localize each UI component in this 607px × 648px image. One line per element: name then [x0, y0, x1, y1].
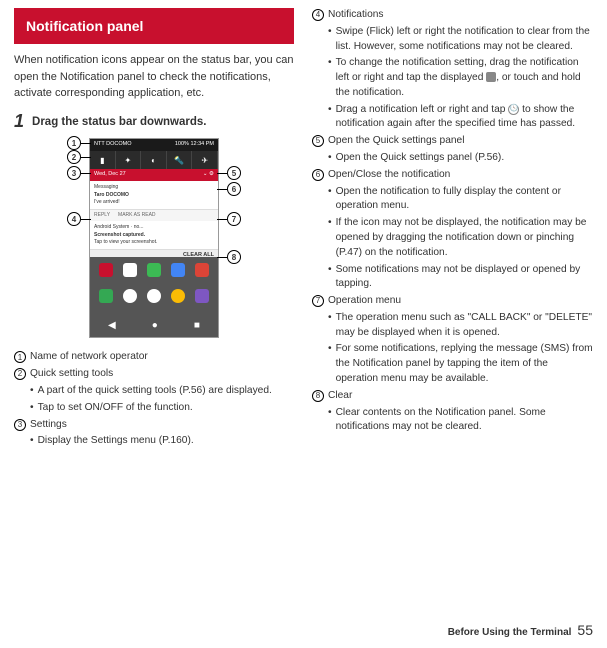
- clock-icon: 🕓: [508, 104, 519, 115]
- legend-item-5: 5 Open the Quick settings panel: [312, 134, 593, 149]
- legend-bullet: •For some notifications, replying the me…: [312, 342, 593, 386]
- action-mark-read: MARK AS READ: [118, 212, 156, 219]
- legend-bullet: •Drag a notification left or right and t…: [312, 103, 593, 133]
- phone-mock: NTT DOCOMO 100% 12:34 PM ▮ ✦ ◐ 🔦 ✈ Wed, …: [89, 138, 219, 338]
- notif-app: Android System · no...: [94, 224, 214, 231]
- legend-bullet: •Some notifications may not be displayed…: [312, 263, 593, 293]
- app-icon: [99, 263, 113, 277]
- legend-label: Open the Quick settings panel: [328, 134, 593, 149]
- nav-home-icon: ●: [152, 319, 158, 334]
- legend-bullet: •If the icon may not be displayed, the n…: [312, 216, 593, 260]
- app-icon: [171, 289, 185, 303]
- legend-bullet: •Tap to set ON/OFF of the function.: [14, 401, 294, 416]
- intro-text: When notification icons appear on the st…: [14, 52, 294, 102]
- legend-label: Quick setting tools: [30, 367, 294, 382]
- legend-bullet: •Clear contents on the Notification pane…: [312, 406, 593, 436]
- app-icon: [147, 263, 161, 277]
- legend-num: 8: [312, 390, 324, 402]
- nav-bar: ◀ ● ■: [90, 319, 218, 334]
- screenshot-diagram: NTT DOCOMO 100% 12:34 PM ▮ ✦ ◐ 🔦 ✈ Wed, …: [59, 138, 249, 338]
- callout-2: 2: [67, 150, 81, 164]
- legend-num: 4: [312, 9, 324, 21]
- qs-icon: ▮: [90, 151, 116, 169]
- app-icon: [99, 289, 113, 303]
- app-icon: [147, 289, 161, 303]
- date-row: Wed, Dec 27 ⌄ ⚙: [90, 169, 218, 181]
- date-label: Wed, Dec 27: [94, 171, 126, 179]
- legend-bullet: •Open the Quick settings panel (P.56).: [312, 151, 593, 166]
- notif-app: Messaging: [94, 184, 214, 191]
- legend-num: 2: [14, 368, 26, 380]
- qs-icon: 🔦: [167, 151, 193, 169]
- status-bar: NTT DOCOMO 100% 12:34 PM: [90, 139, 218, 151]
- nav-recent-icon: ■: [194, 319, 200, 334]
- step-1: 1 Drag the status bar downwards.: [14, 112, 294, 131]
- legend-label: Open/Close the notification: [328, 168, 593, 183]
- step-instruction: Drag the status bar downwards.: [32, 112, 206, 131]
- callout-4: 4: [67, 212, 81, 226]
- legend-label: Notifications: [328, 8, 593, 23]
- expand-gear: ⌄ ⚙: [203, 171, 214, 179]
- qs-icon: ✦: [116, 151, 142, 169]
- app-icon: [171, 263, 185, 277]
- battery-label: 100%: [175, 141, 189, 147]
- callout-6: 6: [227, 182, 241, 196]
- notification-2: Android System · no... Screenshot captur…: [90, 221, 218, 250]
- legend-item-6: 6 Open/Close the notification: [312, 168, 593, 183]
- legend-bullet: •Display the Settings menu (P.160).: [14, 434, 294, 449]
- section-heading: Notification panel: [14, 8, 294, 44]
- qs-icon: ✈: [192, 151, 218, 169]
- legend-num: 1: [14, 351, 26, 363]
- legend-label: Name of network operator: [30, 350, 294, 365]
- notif-body: Tap to view your screenshot.: [94, 239, 214, 246]
- step-number: 1: [14, 112, 24, 130]
- legend-num: 5: [312, 135, 324, 147]
- callout-8: 8: [227, 250, 241, 264]
- notification-1: Messaging Taro DOCOMO I've arrived!: [90, 181, 218, 210]
- legend-label: Operation menu: [328, 294, 593, 309]
- footer-section: Before Using the Terminal: [448, 627, 572, 638]
- carrier-label: NTT DOCOMO: [94, 141, 131, 149]
- notif-actions: REPLY MARK AS READ: [90, 210, 218, 221]
- app-icon: [195, 289, 209, 303]
- app-icon: [123, 263, 137, 277]
- app-icon: [195, 263, 209, 277]
- legend-item-2: 2 Quick setting tools: [14, 367, 294, 382]
- legend-bullet: •To change the notification setting, dra…: [312, 56, 593, 100]
- legend-item-3: 3 Settings: [14, 418, 294, 433]
- legend-num: 7: [312, 295, 324, 307]
- legend-bullet: •A part of the quick setting tools (P.56…: [14, 384, 294, 399]
- action-reply: REPLY: [94, 212, 110, 219]
- notif-title: Screenshot captured.: [94, 232, 214, 239]
- quick-settings-row: ▮ ✦ ◐ 🔦 ✈: [90, 151, 218, 169]
- legend-label: Clear: [328, 389, 593, 404]
- legend-bullet: •Swipe (Flick) left or right the notific…: [312, 25, 593, 55]
- notif-title: Taro DOCOMO: [94, 192, 214, 199]
- legend-item-8: 8 Clear: [312, 389, 593, 404]
- callout-7: 7: [227, 212, 241, 226]
- legend-label: Settings: [30, 418, 294, 433]
- callout-3: 3: [67, 166, 81, 180]
- legend-bullet: •The operation menu such as "CALL BACK" …: [312, 311, 593, 341]
- legend-bullet: •Open the notification to fully display …: [312, 185, 593, 215]
- legend-item-1: 1 Name of network operator: [14, 350, 294, 365]
- footer-page-number: 55: [577, 622, 593, 638]
- qs-icon: ◐: [141, 151, 167, 169]
- callout-1: 1: [67, 136, 81, 150]
- legend-num: 6: [312, 169, 324, 181]
- page-footer: Before Using the Terminal 55: [448, 622, 593, 638]
- notif-body: I've arrived!: [94, 199, 214, 206]
- callout-5: 5: [227, 166, 241, 180]
- legend-num: 3: [14, 419, 26, 431]
- time-label: 12:34 PM: [190, 141, 214, 147]
- legend-item-7: 7 Operation menu: [312, 294, 593, 309]
- app-icon: [123, 289, 137, 303]
- nav-back-icon: ◀: [108, 319, 116, 334]
- settings-gear-icon: [486, 72, 496, 82]
- legend-item-4: 4 Notifications: [312, 8, 593, 23]
